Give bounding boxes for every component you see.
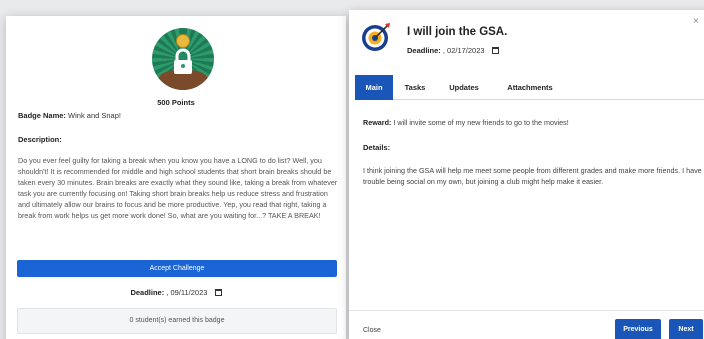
challenge-tabs: Main Tasks Updates Attachments (355, 75, 704, 100)
challenge-deadline-label: Deadline: (407, 46, 441, 55)
earned-count-box: 0 student(s) earned this badge (17, 308, 337, 334)
badge-card: 500 Points Badge Name: Wink and Snap! De… (6, 16, 346, 339)
next-button[interactable]: Next (669, 319, 703, 339)
calendar-icon[interactable] (491, 47, 499, 54)
details-text: I think joining the GSA will help me mee… (363, 166, 702, 186)
challenge-deadline-value: , 02/17/2023 (442, 46, 485, 55)
modal-footer: Close Previous Next (349, 310, 704, 339)
badge-name-value: Wink and Snap! (68, 111, 121, 120)
description-text: Do you ever feel guilty for taking a bre… (18, 156, 338, 220)
badge-name-label: Badge Name: (18, 111, 66, 120)
badge-name-row: Badge Name: Wink and Snap! (18, 111, 121, 120)
calendar-icon[interactable] (214, 289, 222, 296)
challenge-deadline: Deadline: , 02/17/2023 (407, 46, 499, 55)
reward-row: Reward: I will invite some of my new fri… (363, 118, 569, 127)
close-button[interactable]: Close (363, 327, 381, 334)
challenge-modal: × I will join the GSA. Deadline: , 02/17… (349, 10, 704, 339)
badge-points: 500 Points (157, 98, 195, 107)
previous-button[interactable]: Previous (615, 319, 661, 339)
badge-deadline-value: , 09/11/2023 (166, 288, 208, 297)
description-label: Description: (18, 135, 62, 144)
accept-challenge-button[interactable]: Accept Challenge (17, 260, 337, 277)
tab-tasks[interactable]: Tasks (399, 75, 431, 100)
reward-value: I will invite some of my new friends to … (393, 118, 569, 127)
badge-deadline: Deadline: , 09/11/2023 (6, 288, 346, 297)
details-label: Details: (363, 143, 391, 152)
reward-label: Reward: (363, 118, 392, 127)
tab-attachments[interactable]: Attachments (499, 75, 561, 100)
close-icon[interactable]: × (693, 16, 699, 27)
lock-badge-icon (152, 28, 214, 90)
target-icon (362, 23, 390, 51)
badge-deadline-label: Deadline: (130, 288, 165, 297)
challenge-title: I will join the GSA. (407, 26, 508, 38)
tab-updates[interactable]: Updates (443, 75, 485, 100)
tab-main[interactable]: Main (355, 75, 393, 100)
